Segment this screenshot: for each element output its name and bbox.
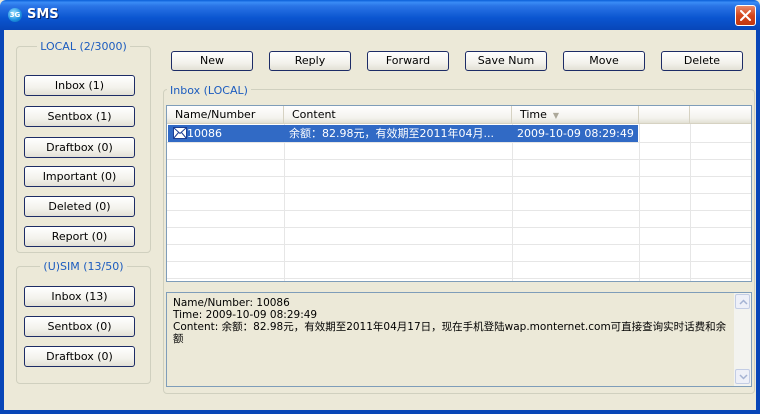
row-name-cell: 10086 (187, 127, 222, 140)
title-bar[interactable]: 3G SMS (0, 0, 760, 30)
close-icon (740, 10, 751, 21)
grid-row-line (167, 227, 751, 228)
column-header-name[interactable]: Name/Number (167, 106, 284, 124)
sim-draftbox-button[interactable]: Draftbox (0) (24, 346, 135, 367)
preview-scrollbar[interactable] (734, 293, 751, 386)
sms-window: 3G SMS LOCAL (2/3000) Inbox (1) Sentbox … (0, 0, 760, 414)
chevron-down-icon (739, 374, 748, 380)
window-border-bottom (0, 410, 760, 414)
message-list[interactable]: Name/Number Content Time ▼ 10086 余额：82.98… (166, 105, 752, 282)
grid-row-line (167, 261, 751, 262)
grid-row-line (167, 142, 751, 143)
grid-col-line (512, 124, 513, 281)
inbox-group-title: Inbox (LOCAL) (167, 84, 251, 97)
window-border-left (0, 30, 4, 414)
reply-button[interactable]: Reply (269, 51, 351, 71)
grid-row-line (167, 176, 751, 177)
scroll-down-button[interactable] (735, 369, 750, 384)
sim-inbox-button[interactable]: Inbox (13) (24, 286, 135, 307)
column-header-extra[interactable] (639, 106, 690, 124)
grid-col-line (690, 124, 691, 281)
local-group-title: LOCAL (2/3000) (17, 40, 150, 53)
grid-row-line (167, 210, 751, 211)
preview-text: Name/Number: 10086 Time: 2009-10-09 08:2… (173, 297, 733, 345)
column-header-time[interactable]: Time ▼ (512, 106, 639, 124)
sort-descending-icon: ▼ (552, 111, 560, 120)
local-sentbox-button[interactable]: Sentbox (1) (24, 106, 135, 127)
forward-button[interactable]: Forward (367, 51, 449, 71)
local-deleted-button[interactable]: Deleted (0) (24, 196, 135, 217)
row-time-cell: 2009-10-09 08:29:49 (517, 127, 634, 140)
local-important-button[interactable]: Important (0) (24, 166, 135, 187)
grid-row-line (167, 244, 751, 245)
scroll-up-button[interactable] (735, 294, 750, 309)
close-button[interactable] (735, 5, 756, 26)
app-icon: 3G (8, 8, 22, 22)
chevron-up-icon (739, 299, 748, 305)
preview-time-line: Time: 2009-10-09 08:29:49 (173, 309, 318, 321)
column-header-filler (690, 106, 751, 124)
preview-content-line: Content: 余额：82.98元，有效期至2011年04月17日，现在手机登… (173, 321, 727, 345)
grid-col-line (639, 124, 640, 281)
sim-group-title: (U)SIM (13/50) (17, 260, 150, 273)
move-button[interactable]: Move (563, 51, 645, 71)
envelope-icon (173, 127, 187, 139)
column-header-content[interactable]: Content (284, 106, 512, 124)
message-preview[interactable]: Name/Number: 10086 Time: 2009-10-09 08:2… (166, 292, 752, 387)
grid-row-line (167, 193, 751, 194)
new-button[interactable]: New (171, 51, 253, 71)
grid-row-line (167, 278, 751, 279)
sim-sentbox-button[interactable]: Sentbox (0) (24, 316, 135, 337)
local-inbox-button[interactable]: Inbox (1) (24, 75, 135, 96)
window-title: SMS (27, 7, 59, 22)
row-content-cell: 余额：82.98元，有效期至2011年04月... (289, 127, 494, 140)
list-header: Name/Number Content Time ▼ (167, 106, 751, 124)
delete-button[interactable]: Delete (661, 51, 743, 71)
save-num-button[interactable]: Save Num (465, 51, 547, 71)
grid-col-line (284, 124, 285, 281)
local-report-button[interactable]: Report (0) (24, 226, 135, 247)
grid-row-line (167, 159, 751, 160)
local-draftbox-button[interactable]: Draftbox (0) (24, 137, 135, 158)
preview-name-line: Name/Number: 10086 (173, 297, 290, 309)
window-border-right (756, 30, 760, 414)
